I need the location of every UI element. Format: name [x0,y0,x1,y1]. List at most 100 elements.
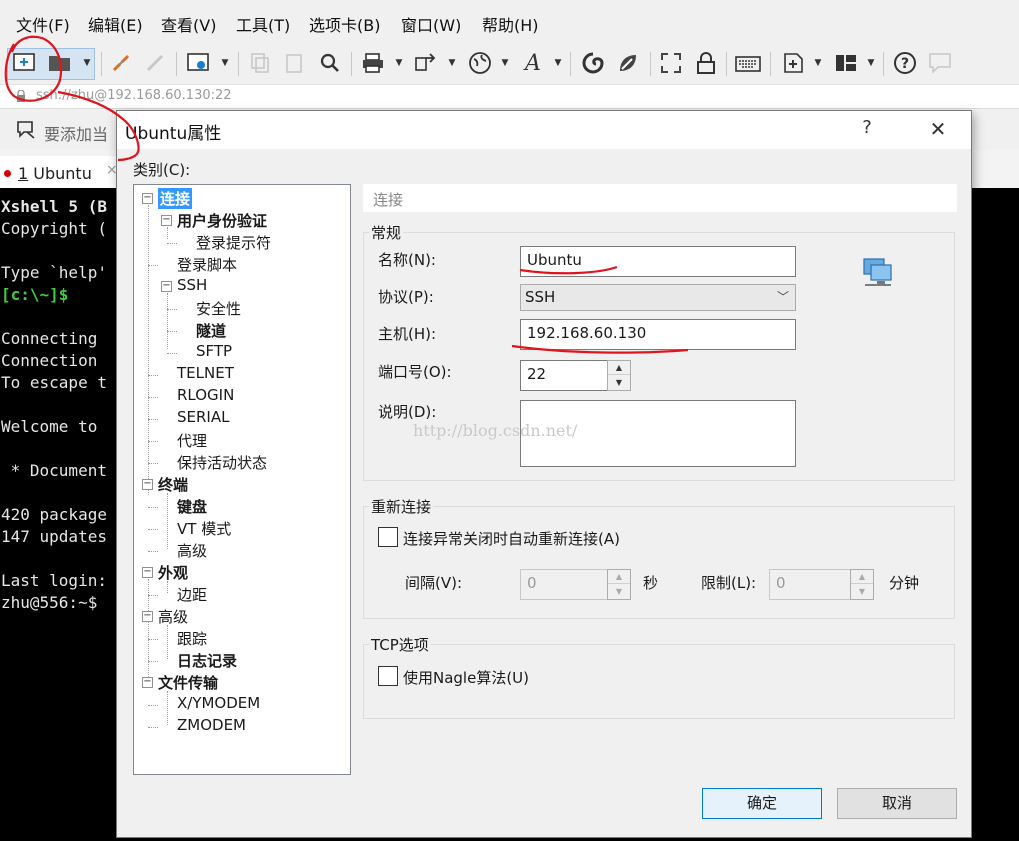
xmanager-icon[interactable] [615,50,641,76]
spin-up-icon[interactable]: ▲ [851,570,873,584]
port-stepper[interactable]: ▲ ▼ [607,360,631,391]
print-icon[interactable] [360,50,386,76]
tree-item-rlogin[interactable]: RLOGIN [177,386,234,404]
menu-file[interactable]: 文件(F) [16,12,70,36]
copy-icon[interactable] [247,50,273,76]
chevron-down-icon[interactable]: ▼ [553,58,563,68]
interval-stepper[interactable]: ▲ ▼ [607,569,631,600]
tree-item-loginscript[interactable]: 登录脚本 [177,254,237,275]
tree-item-advanced1[interactable]: 高级 [177,540,207,561]
tree-item-keyboard[interactable]: 键盘 [177,496,207,517]
category-tree[interactable]: − 连接 − 用户身份验证 登录提示符 登录脚本 − SSH 安全性 隧道 SFTP TELNET RL… [133,184,351,775]
menu-edit[interactable]: 编辑(E) [88,12,143,36]
nagle-label[interactable]: 使用Nagle算法(U) [403,667,529,688]
close-button[interactable]: ✕ [923,117,953,143]
chevron-down-icon[interactable]: ▼ [82,58,92,68]
disconnect-icon[interactable] [142,50,168,76]
menu-help[interactable]: 帮助(H) [482,12,539,36]
spin-down-icon[interactable]: ▼ [608,585,630,599]
protocol-select[interactable]: SSH ﹀ [520,284,796,311]
collapse-icon[interactable]: − [142,611,153,622]
terminal-line: To escape t [1,373,107,392]
chat-icon[interactable] [927,50,953,76]
tree-item-margin[interactable]: 边距 [177,584,207,605]
chevron-down-icon[interactable]: ▼ [394,58,404,68]
xftp-icon[interactable] [580,50,606,76]
tree-item-telnet[interactable]: TELNET [177,364,234,382]
menu-tools[interactable]: 工具(T) [236,12,290,36]
collapse-icon[interactable]: − [142,567,153,578]
tree-item-trace[interactable]: 跟踪 [177,628,207,649]
collapse-icon[interactable]: − [142,479,153,490]
tab-ubuntu[interactable]: 1 Ubuntu × [0,156,118,188]
nagle-checkbox[interactable] [378,666,398,686]
new-session-icon[interactable] [12,50,38,76]
toolbar: ▼ ▼ ▼ ▼ ▼ A ▼ ▼ ▼ ? [0,44,1019,84]
cancel-button[interactable]: 取消 [837,788,957,819]
collapse-icon[interactable]: − [142,677,153,688]
spin-up-icon[interactable]: ▲ [608,361,630,375]
tree-item-filetransfer[interactable]: 文件传输 [158,672,218,693]
address-bar[interactable]: ssh://zhu@192.168.60.130:22 [0,84,1019,108]
menu-view[interactable]: 查看(V) [161,12,216,36]
properties-icon[interactable] [186,50,212,76]
tree-item-sftp[interactable]: SFTP [196,342,232,360]
host-field[interactable]: 192.168.60.130 [520,319,796,350]
tree-item-terminal[interactable]: 终端 [158,474,188,495]
quick-command-icon[interactable] [16,120,36,140]
toolbar-separator [570,52,571,76]
limit-stepper[interactable]: ▲ ▼ [850,569,874,600]
chevron-down-icon[interactable]: ▼ [447,58,457,68]
chevron-down-icon[interactable]: ▼ [866,58,876,68]
help-icon[interactable]: ? [892,50,918,76]
fullscreen-icon[interactable] [658,50,684,76]
interval-field[interactable]: 0 [520,569,608,600]
globe-icon[interactable] [467,50,493,76]
spin-down-icon[interactable]: ▼ [608,376,630,390]
open-folder-icon[interactable] [47,50,73,76]
tree-item-conn[interactable]: 连接 [158,188,193,209]
find-icon[interactable] [317,50,343,76]
collapse-icon[interactable]: − [161,215,172,226]
tree-item-logging[interactable]: 日志记录 [177,650,237,671]
add-tab-icon[interactable] [780,50,806,76]
lock-icon[interactable] [693,50,719,76]
tree-item-userauth[interactable]: 用户身份验证 [177,210,267,231]
menu-window[interactable]: 窗口(W) [401,12,461,36]
chevron-down-icon[interactable]: ▼ [220,58,230,68]
tree-item-zmodem[interactable]: ZMODEM [177,716,246,734]
tree-item-loginprompt[interactable]: 登录提示符 [196,232,271,253]
layout-icon[interactable] [833,50,859,76]
tree-item-serial[interactable]: SERIAL [177,408,229,426]
dialog-titlebar[interactable]: Ubuntu属性 ? ✕ [117,111,971,149]
collapse-icon[interactable]: − [142,193,153,204]
tree-item-vtmode[interactable]: VT 模式 [177,518,231,539]
reconnect-icon[interactable] [108,50,134,76]
paste-icon[interactable] [282,50,308,76]
name-field[interactable]: Ubuntu [520,246,796,277]
auto-reconnect-label[interactable]: 连接异常关闭时自动重新连接(A) [403,528,620,549]
ok-button[interactable]: 确定 [702,788,822,819]
auto-reconnect-checkbox[interactable] [378,527,398,547]
tree-item-xymodem[interactable]: X/YMODEM [177,694,260,712]
tree-item-proxy[interactable]: 代理 [177,430,207,451]
keyboard-icon[interactable] [735,50,761,76]
tree-item-tunnel[interactable]: 隧道 [196,320,226,341]
menu-tabs[interactable]: 选项卡(B) [309,12,380,36]
transfer-icon[interactable] [413,50,439,76]
tree-item-security[interactable]: 安全性 [196,298,241,319]
chevron-down-icon[interactable]: ▼ [500,58,510,68]
spin-down-icon[interactable]: ▼ [851,585,873,599]
tree-item-ssh[interactable]: SSH [177,276,207,294]
tree-item-keepalive[interactable]: 保持活动状态 [177,452,267,473]
limit-field[interactable]: 0 [769,569,851,600]
help-button[interactable]: ? [855,117,879,141]
tree-item-appearance[interactable]: 外观 [158,562,188,583]
spin-up-icon[interactable]: ▲ [608,570,630,584]
collapse-icon[interactable]: − [161,281,172,292]
chevron-down-icon[interactable]: ▼ [813,58,823,68]
port-field[interactable]: 22 [520,360,608,391]
font-icon[interactable]: A [520,50,546,76]
dialog-title: Ubuntu属性 [125,124,222,144]
tree-item-advanced2[interactable]: 高级 [158,606,188,627]
